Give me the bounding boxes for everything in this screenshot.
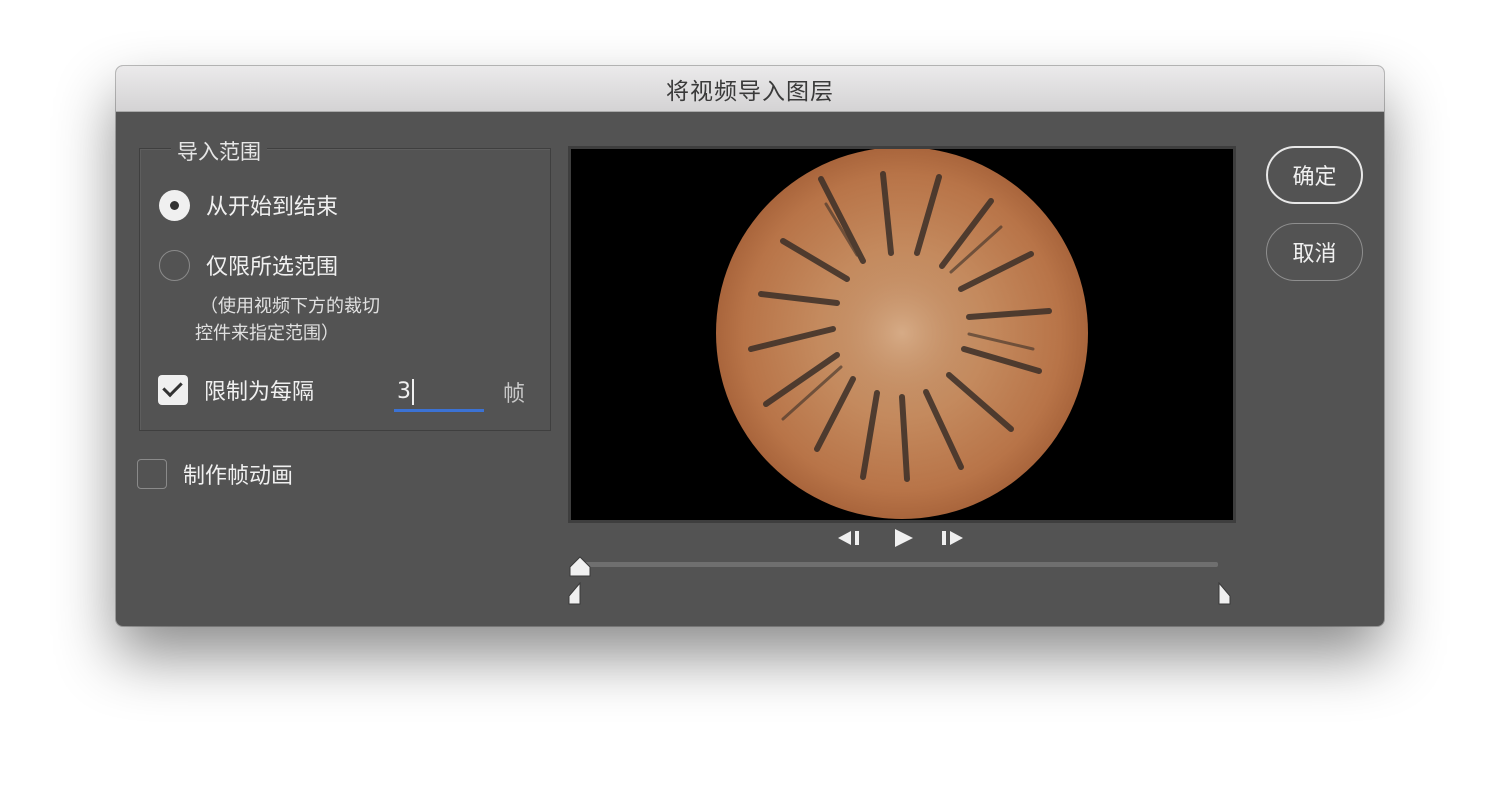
step-forward-icon[interactable] [941, 528, 967, 548]
make-frame-animation-row[interactable]: 制作帧动画 [137, 458, 293, 490]
frame-interval-value: 3 [397, 379, 411, 404]
trim-end-handle[interactable] [1217, 582, 1233, 606]
playhead-handle[interactable] [568, 556, 592, 578]
frame-interval-input[interactable]: 3 [394, 372, 484, 412]
limit-every-row[interactable]: 限制为每隔 [158, 374, 314, 406]
make-frame-animation-label: 制作帧动画 [183, 464, 294, 489]
video-preview [568, 146, 1236, 523]
limit-every-checkbox[interactable] [158, 375, 188, 405]
title-bar[interactable]: 将视频导入图层 [116, 66, 1384, 112]
radio-button-selected[interactable] [159, 189, 190, 221]
import-range-title: 导入范围 [171, 136, 267, 166]
range-note-line2: 控件来指定范围） [195, 323, 339, 344]
import-video-dialog: 将视频导入图层 导入范围 从开始到结束 仅限所选范围 （使用视频下方的裁切 控件… [116, 66, 1384, 626]
limit-every-label: 限制为每隔 [204, 380, 315, 405]
play-icon[interactable] [893, 528, 915, 548]
cancel-button[interactable]: 取消 [1266, 223, 1363, 281]
text-caret [412, 379, 414, 405]
radio-button-unselected[interactable] [159, 249, 190, 281]
video-frame-image [716, 149, 1088, 519]
radio-from-start-label: 从开始到结束 [206, 195, 339, 220]
range-note-line1: （使用视频下方的裁切 [200, 296, 380, 317]
make-frame-animation-checkbox[interactable] [137, 459, 167, 489]
radio-from-start-to-end[interactable]: 从开始到结束 [159, 189, 338, 221]
radio-selected-range[interactable]: 仅限所选范围 [159, 249, 338, 281]
ok-button[interactable]: 确定 [1266, 146, 1363, 204]
dialog-title: 将视频导入图层 [666, 78, 834, 105]
frame-unit-label: 帧 [503, 382, 526, 407]
trim-start-handle[interactable] [567, 582, 583, 606]
timeline-track[interactable] [580, 562, 1218, 567]
step-back-icon[interactable] [838, 528, 864, 548]
radio-selected-range-label: 仅限所选范围 [206, 255, 339, 280]
